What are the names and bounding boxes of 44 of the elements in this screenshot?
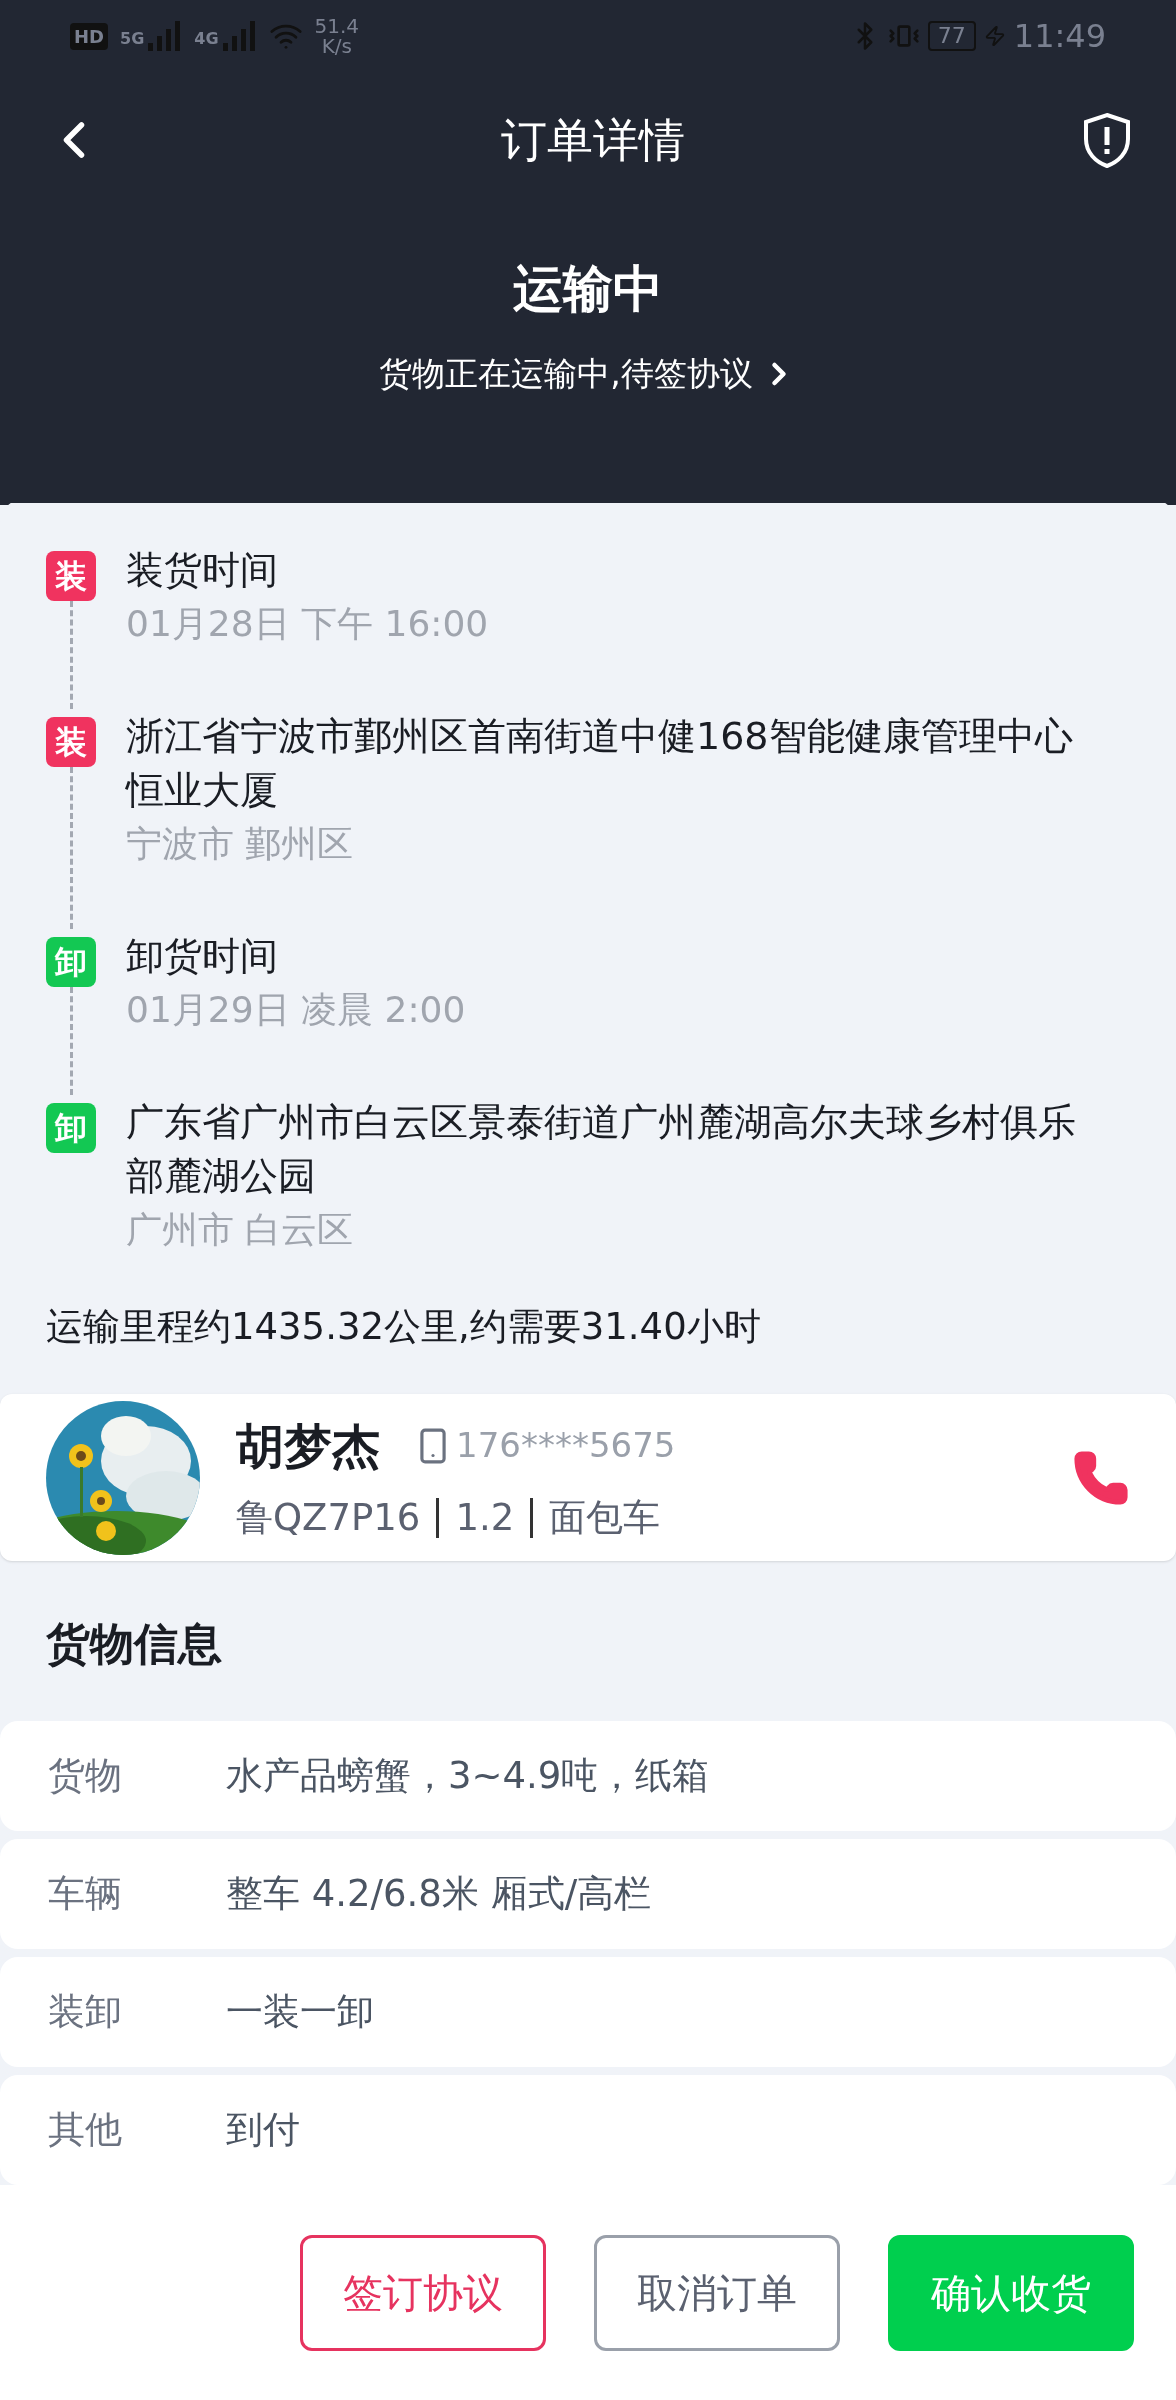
page-title: 订单详情	[501, 111, 685, 169]
route-title: 装货时间	[126, 546, 279, 594]
plate-number: 鲁QZ7P16	[236, 1494, 421, 1541]
driver-name: 胡梦杰	[236, 1416, 380, 1476]
charging-icon	[983, 25, 1006, 47]
vehicle-size: 1.2	[455, 1494, 515, 1541]
action-button[interactable]: 签订协议	[300, 2234, 546, 2351]
route-title: 广东省广州市白云区景泰街道广州麓湖高尔夫球乡村俱乐部麓湖公园	[126, 1098, 1077, 1200]
clock: 11:49	[1013, 16, 1106, 57]
route-detail: 宁波市 鄞州区	[126, 821, 355, 866]
info-label: 装卸	[48, 1989, 123, 2036]
order-status: 运输中	[513, 259, 663, 320]
call-button[interactable]	[1072, 1448, 1130, 1507]
info-label: 货物	[48, 1753, 123, 1800]
signal-icon	[148, 21, 183, 51]
route-detail: 01月28日 下午 16:00	[126, 601, 490, 646]
speed-unit: K/s	[321, 36, 352, 56]
driver-phone: 176****5675	[456, 1424, 676, 1468]
info-label: 其他	[48, 2107, 123, 2154]
network-label: 4G	[194, 28, 219, 50]
action-button[interactable]: 取消订单	[594, 2234, 840, 2351]
status-link[interactable]: 货物正在运输中,待签协议	[379, 349, 797, 399]
route-detail: 01月29日 凌晨 2:00	[126, 987, 467, 1032]
info-value: 到付	[226, 2107, 300, 2154]
signal-icon	[222, 21, 257, 51]
info-label: 车辆	[48, 1871, 123, 1918]
vehicle-type: 面包车	[549, 1494, 661, 1541]
route-badge: 卸	[46, 1102, 96, 1153]
hd-badge: HD	[70, 22, 108, 50]
info-value: 整车 4.2/6.8米 厢式/高栏	[226, 1871, 652, 1918]
info-value: 水产品螃蟹，3~4.9吨，纸箱	[226, 1753, 710, 1800]
network-label: 5G	[120, 28, 145, 50]
route-badge: 装	[46, 716, 96, 767]
network-speed: 51.4	[314, 16, 360, 36]
mileage-text: 运输里程约1435.32公里,约需要31.40小时	[46, 1303, 762, 1350]
route-badge: 卸	[46, 936, 96, 987]
route-title: 浙江省宁波市鄞州区首南街道中健168智能健康管理中心恒业大厦	[126, 712, 1074, 814]
info-value: 一装一卸	[226, 1989, 374, 2036]
battery-icon: 77	[927, 21, 976, 51]
route-badge: 装	[46, 550, 96, 601]
route-detail: 广州市 白云区	[126, 1207, 355, 1252]
section-heading: 货物信息	[45, 1617, 223, 1671]
shield-icon[interactable]	[1082, 112, 1132, 168]
route-title: 卸货时间	[126, 932, 279, 980]
